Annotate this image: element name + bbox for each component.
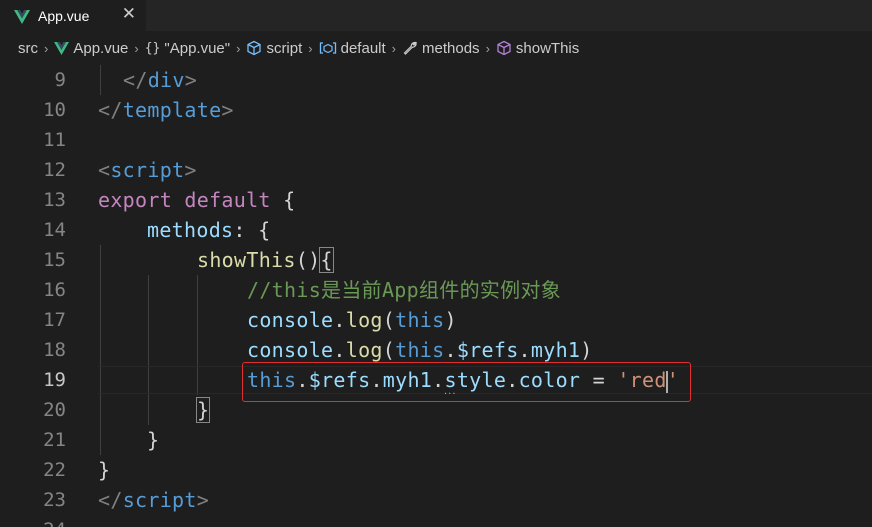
line-number: 9 xyxy=(54,69,66,91)
chevron-right-icon: › xyxy=(44,40,49,56)
code-line: 17 console.log(this) xyxy=(0,305,872,335)
code-line: 16 //this是当前App组件的实例对象 xyxy=(0,275,872,305)
breadcrumb-label: default xyxy=(340,39,386,57)
code-text: } xyxy=(147,428,160,452)
code-line: 23 </script> xyxy=(0,485,872,515)
breadcrumb-item-script[interactable]: script xyxy=(246,40,302,57)
code-text: } xyxy=(98,458,111,482)
chevron-right-icon: › xyxy=(308,40,313,56)
tab-label: App.vue xyxy=(38,7,90,24)
breadcrumb-item-src[interactable]: src xyxy=(18,40,38,57)
code-line: 14 methods: { xyxy=(0,215,872,245)
code-text: this.$refs.myh1.style.color = 'red' xyxy=(247,368,680,393)
chevron-right-icon: › xyxy=(391,40,397,56)
line-number: 12 xyxy=(43,159,66,181)
code-line-active: 19 this.$refs.myh1.style.color = 'red' xyxy=(0,365,872,395)
code-line: 10 </template> xyxy=(0,95,872,125)
line-number: 10 xyxy=(43,99,66,121)
breadcrumb: src › App.vue › {} "App.vue" › script › … xyxy=(0,31,872,65)
cube-icon xyxy=(246,40,262,56)
method-cube-icon xyxy=(496,40,512,56)
breadcrumb-item-methods[interactable]: methods xyxy=(402,40,480,57)
code-line: 18 console.log(this.$refs.myh1) xyxy=(0,335,872,365)
line-number: 11 xyxy=(43,129,66,151)
editor-area[interactable]: 9 </div> 10 </template> 11 12 <script> 1… xyxy=(0,65,872,527)
code-text: methods: { xyxy=(147,218,271,242)
vue-icon xyxy=(54,41,70,55)
code-line: 15 showThis(){ xyxy=(0,245,872,275)
line-number: 19 xyxy=(43,369,66,391)
braces-icon: {} xyxy=(144,40,161,56)
code-line: 11 xyxy=(0,125,872,155)
chevron-right-icon: › xyxy=(134,40,139,56)
code-editor-window: App.vue ✕ src › App.vue › {} "App.vue" › xyxy=(0,0,872,527)
breadcrumb-label: script xyxy=(266,39,303,57)
chevron-right-icon: › xyxy=(236,40,241,56)
line-number: 17 xyxy=(43,309,66,331)
code-line: 24 xyxy=(0,515,872,527)
breadcrumb-item-default[interactable]: default xyxy=(319,40,386,57)
breadcrumb-item-showthis[interactable]: showThis xyxy=(496,40,579,57)
code-text: </div> xyxy=(123,68,198,92)
line-number: 16 xyxy=(43,279,66,301)
wrench-icon xyxy=(402,40,418,56)
breadcrumb-label: App.vue xyxy=(73,39,129,57)
code-text: } xyxy=(195,397,211,423)
tab-bar: App.vue ✕ xyxy=(0,0,872,31)
line-number: 15 xyxy=(43,249,66,271)
line-number: 18 xyxy=(43,339,66,361)
vue-icon xyxy=(14,9,30,24)
breadcrumb-item-app-vue-module[interactable]: {} "App.vue" xyxy=(145,40,230,57)
code-text: showThis(){ xyxy=(197,247,334,273)
line-number: 24 xyxy=(0,515,66,527)
close-icon[interactable]: ✕ xyxy=(122,4,136,24)
code-line: 13 export default { xyxy=(0,185,872,215)
breadcrumb-label: src xyxy=(18,39,38,57)
hint-dots-icon: ··· xyxy=(444,389,457,400)
code-text: export default { xyxy=(98,188,296,212)
code-text: <script> xyxy=(98,158,197,182)
code-text: console.log(this) xyxy=(247,308,457,332)
code-text: console.log(this.$refs.myh1) xyxy=(247,338,593,362)
code-line: 9 </div> xyxy=(0,65,872,95)
line-number: 14 xyxy=(43,219,66,241)
line-number: 23 xyxy=(43,489,66,511)
line-number: 22 xyxy=(43,459,66,481)
code-line: 12 <script> xyxy=(0,155,872,185)
code-line: 20 } xyxy=(0,395,872,425)
breadcrumb-label: "App.vue" xyxy=(164,39,231,57)
code-text: </template> xyxy=(98,98,234,122)
code-line: 22 } xyxy=(0,455,872,485)
breadcrumb-label: methods xyxy=(422,39,480,57)
breadcrumb-label: showThis xyxy=(515,39,580,57)
code-text: </script> xyxy=(98,488,210,512)
module-icon xyxy=(319,41,337,55)
tab-app-vue[interactable]: App.vue ✕ xyxy=(0,0,146,31)
line-number: 20 xyxy=(43,399,66,421)
chevron-right-icon: › xyxy=(485,40,490,56)
line-number: 21 xyxy=(43,429,66,451)
breadcrumb-item-app-vue[interactable]: App.vue xyxy=(54,40,128,57)
code-comment: //this是当前App组件的实例对象 xyxy=(247,278,562,302)
line-number: 13 xyxy=(43,189,66,211)
code-line: 21 } xyxy=(0,425,872,455)
